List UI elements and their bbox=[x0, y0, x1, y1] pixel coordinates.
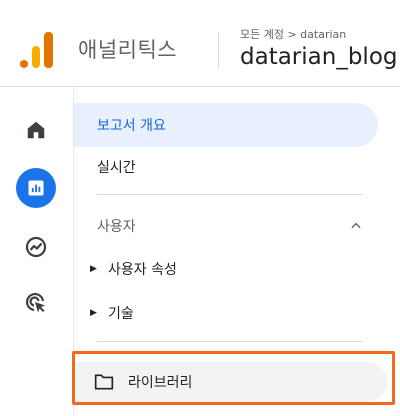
app-name: 애널리틱스 bbox=[78, 38, 178, 62]
home-icon[interactable] bbox=[16, 110, 56, 150]
nav-section-user[interactable]: 사용자 bbox=[97, 214, 363, 238]
nav-item-tech[interactable]: ▶ 기술 bbox=[90, 293, 134, 333]
nav-item-label: 기술 bbox=[108, 306, 134, 322]
nav-divider bbox=[97, 341, 363, 342]
nav-item-label: 실시간 bbox=[97, 160, 136, 176]
app-header: 애널리틱스 모든 계정 > datarian datarian_blog bbox=[0, 0, 400, 87]
property-name[interactable]: datarian_blog bbox=[240, 44, 398, 70]
left-rail bbox=[0, 87, 74, 416]
header-divider bbox=[218, 32, 219, 68]
expand-arrow-icon: ▶ bbox=[90, 308, 97, 318]
library-highlight-box bbox=[72, 351, 395, 405]
nav-item-user-attributes[interactable]: ▶ 사용자 속성 bbox=[90, 249, 177, 289]
section-label: 사용자 bbox=[97, 219, 136, 235]
breadcrumb[interactable]: 모든 계정 > datarian bbox=[240, 26, 346, 42]
advertising-icon[interactable] bbox=[16, 283, 56, 323]
explore-icon[interactable] bbox=[16, 227, 56, 267]
nav-item-reports-overview[interactable]: 보고서 개요 bbox=[74, 103, 378, 147]
nav-item-label: 보고서 개요 bbox=[97, 118, 166, 134]
nav-item-realtime[interactable]: 실시간 bbox=[74, 145, 136, 189]
nav-item-label: 사용자 속성 bbox=[108, 262, 177, 278]
chevron-up-icon bbox=[351, 222, 361, 229]
nav-divider bbox=[97, 194, 363, 195]
expand-arrow-icon: ▶ bbox=[90, 264, 97, 274]
reports-icon[interactable] bbox=[16, 168, 56, 208]
analytics-logo-icon[interactable] bbox=[20, 30, 54, 68]
